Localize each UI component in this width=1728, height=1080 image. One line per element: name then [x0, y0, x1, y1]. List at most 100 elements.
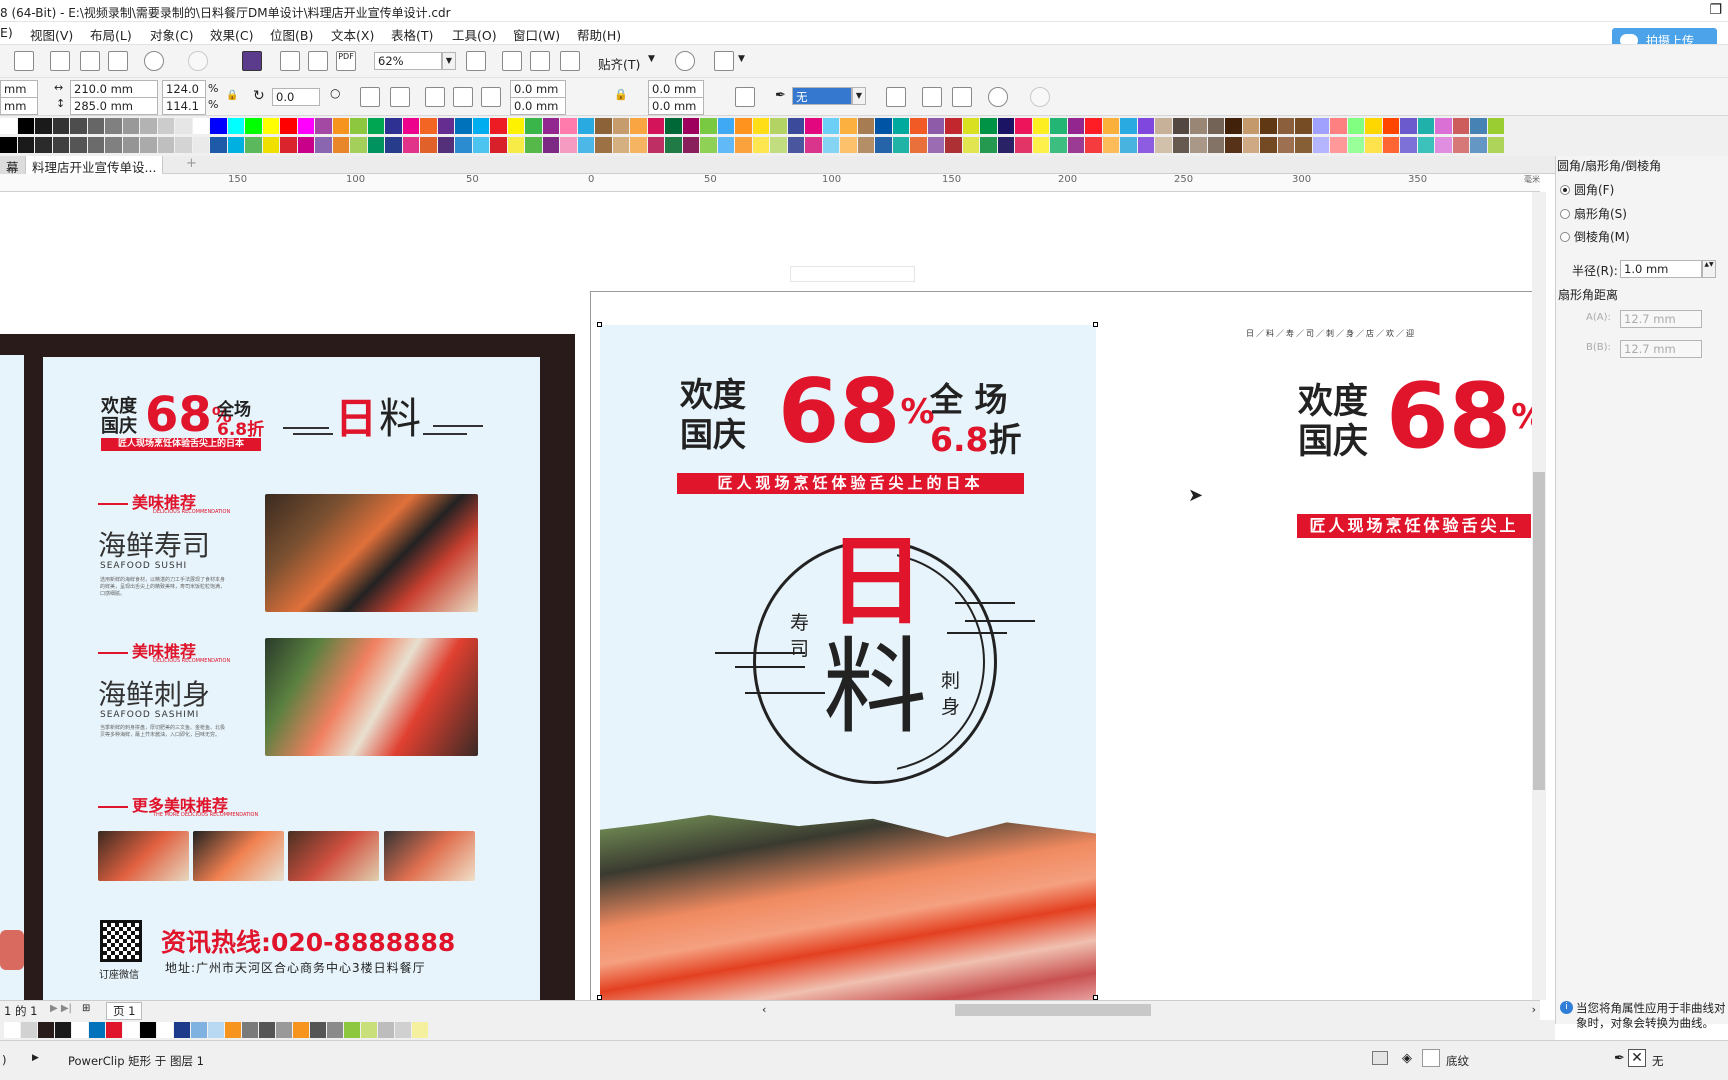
color-swatch[interactable]	[700, 137, 717, 153]
chamfer-corner-icon[interactable]	[481, 87, 501, 107]
color-swatch[interactable]	[927, 137, 944, 153]
color-swatch[interactable]	[717, 118, 734, 134]
menu-layout[interactable]: 布局(L)	[90, 25, 132, 44]
gear-icon[interactable]	[675, 51, 695, 71]
undo-icon[interactable]	[144, 51, 164, 71]
color-swatch[interactable]	[412, 1022, 428, 1038]
page-tab[interactable]: 页 1	[106, 1002, 143, 1020]
scale-y-field[interactable]: 114.1	[162, 97, 206, 115]
document-palette[interactable]	[0, 1020, 1555, 1040]
color-swatch[interactable]	[577, 137, 594, 153]
next-page-icon[interactable]: ▶ ▶|	[50, 1003, 72, 1014]
color-swatch[interactable]	[1207, 118, 1224, 134]
color-swatch[interactable]	[997, 137, 1014, 153]
color-swatch[interactable]	[1260, 137, 1277, 153]
color-swatch[interactable]	[385, 137, 402, 153]
menu-edit[interactable]: E)	[0, 25, 13, 40]
y-position-field[interactable]: mm	[0, 97, 38, 115]
add-tab-icon[interactable]: +	[186, 156, 197, 171]
color-swatch[interactable]	[1330, 118, 1347, 134]
search-content-icon[interactable]	[242, 51, 262, 71]
color-swatch[interactable]	[191, 1022, 207, 1038]
color-swatch[interactable]	[1120, 118, 1137, 134]
color-profile-icon[interactable]	[1372, 1051, 1388, 1065]
radio-chamfer-corner[interactable]	[1560, 232, 1570, 242]
color-swatch[interactable]	[805, 137, 822, 153]
color-swatch[interactable]	[1120, 137, 1137, 153]
color-swatch[interactable]	[542, 118, 559, 134]
color-swatch[interactable]	[280, 137, 297, 153]
color-swatch[interactable]	[1312, 118, 1329, 134]
color-palette[interactable]	[0, 116, 1728, 156]
lock-corners-icon[interactable]: 🔒	[614, 88, 628, 101]
color-swatch[interactable]	[857, 118, 874, 134]
radius-field[interactable]: 1.0 mm	[1620, 260, 1702, 278]
color-swatch[interactable]	[89, 1022, 105, 1038]
zoom-level-field[interactable]: 62%	[374, 52, 442, 70]
color-swatch[interactable]	[682, 118, 699, 134]
menu-tools[interactable]: 工具(O)	[452, 25, 497, 44]
color-swatch[interactable]	[437, 118, 454, 134]
color-swatch[interactable]	[997, 118, 1014, 134]
color-swatch[interactable]	[945, 118, 962, 134]
color-swatch[interactable]	[350, 137, 367, 153]
left-flyer-back[interactable]	[0, 355, 24, 1000]
color-swatch[interactable]	[259, 1022, 275, 1038]
color-swatch[interactable]	[822, 137, 839, 153]
color-swatch[interactable]	[787, 137, 804, 153]
color-swatch[interactable]	[17, 118, 34, 134]
snap-to-menu[interactable]: 贴齐(T)	[598, 54, 640, 73]
color-swatch[interactable]	[1487, 137, 1504, 153]
color-swatch[interactable]	[1435, 137, 1452, 153]
color-swatch[interactable]	[315, 137, 332, 153]
color-swatch[interactable]	[805, 118, 822, 134]
color-swatch[interactable]	[122, 137, 139, 153]
color-swatch[interactable]	[245, 137, 262, 153]
color-swatch[interactable]	[1172, 118, 1189, 134]
color-swatch[interactable]	[1067, 137, 1084, 153]
color-swatch[interactable]	[472, 118, 489, 134]
menu-text[interactable]: 文本(X)	[331, 25, 374, 44]
color-swatch[interactable]	[840, 137, 857, 153]
main-flyer[interactable]: 欢度国庆 68% 全 场 6.8折 匠人现场烹饪体验舌尖上的日本 日 料 寿司	[600, 325, 1096, 1000]
color-swatch[interactable]	[1435, 118, 1452, 134]
menu-table[interactable]: 表格(T)	[391, 25, 433, 44]
color-swatch[interactable]	[175, 137, 192, 153]
color-swatch[interactable]	[350, 118, 367, 134]
color-swatch[interactable]	[822, 118, 839, 134]
corner-radius-3-field[interactable]: 0.0 mm	[648, 80, 704, 98]
horizontal-scroll-thumb[interactable]	[955, 1004, 1151, 1016]
print-icon[interactable]	[14, 51, 34, 71]
color-swatch[interactable]	[770, 137, 787, 153]
color-swatch[interactable]	[1470, 118, 1487, 134]
color-swatch[interactable]	[367, 137, 384, 153]
color-swatch[interactable]	[1032, 118, 1049, 134]
color-swatch[interactable]	[1015, 137, 1032, 153]
color-swatch[interactable]	[1207, 137, 1224, 153]
color-swatch[interactable]	[262, 118, 279, 134]
color-swatch[interactable]	[892, 137, 909, 153]
color-swatch[interactable]	[1347, 118, 1364, 134]
color-swatch[interactable]	[560, 137, 577, 153]
color-swatch[interactable]	[1067, 118, 1084, 134]
color-swatch[interactable]	[1295, 118, 1312, 134]
zoom-dropdown-icon[interactable]: ▼	[442, 52, 456, 70]
color-swatch[interactable]	[70, 137, 87, 153]
color-swatch[interactable]	[1452, 137, 1469, 153]
color-swatch[interactable]	[1242, 137, 1259, 153]
color-swatch[interactable]	[378, 1022, 394, 1038]
full-screen-icon[interactable]	[466, 51, 486, 71]
height-field[interactable]: 285.0 mm	[70, 97, 158, 115]
color-swatch[interactable]	[157, 1022, 173, 1038]
color-swatch[interactable]	[787, 118, 804, 134]
color-swatch[interactable]	[1417, 137, 1434, 153]
color-swatch[interactable]	[1260, 118, 1277, 134]
copy-icon[interactable]	[80, 51, 100, 71]
color-swatch[interactable]	[1155, 137, 1172, 153]
color-swatch[interactable]	[665, 118, 682, 134]
b-field[interactable]: 12.7 mm	[1620, 340, 1702, 358]
color-swatch[interactable]	[1050, 137, 1067, 153]
tab-welcome[interactable]: 幕	[0, 156, 26, 175]
scallop-corner-icon[interactable]	[453, 87, 473, 107]
color-swatch[interactable]	[647, 118, 664, 134]
